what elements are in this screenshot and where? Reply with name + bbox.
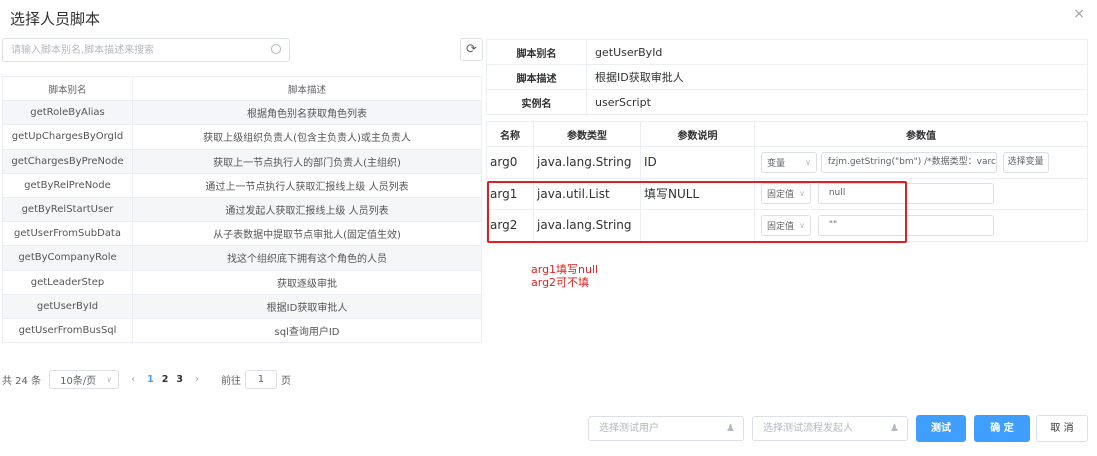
page-size-value: 10条/页 <box>60 375 97 387</box>
annotation-line: arg2可不填 <box>531 276 590 289</box>
info-key: 实例名 <box>486 89 587 115</box>
table-row[interactable]: getUpChargesByOrgId 获取上级组织负责人(包含主负责人)或主负责… <box>2 124 482 150</box>
info-key: 脚本描述 <box>486 64 587 90</box>
ok-button[interactable]: 确 定 <box>974 415 1030 442</box>
script-desc: 根据ID获取审批人 <box>132 293 482 319</box>
table-row[interactable]: getUserById 根据ID获取审批人 <box>2 293 482 319</box>
close-icon[interactable]: × <box>1073 6 1085 22</box>
script-alias: getUserFromBusSql <box>2 317 133 344</box>
annotation-highlight-box <box>487 181 907 243</box>
script-alias: getByRelStartUser <box>2 196 133 223</box>
col-header-type: 参数类型 <box>533 121 641 147</box>
param-value-input[interactable]: fzjm.getString("bm") /*数据类型：varcha <box>820 151 997 173</box>
script-desc: 获取上一节点执行人的部门负责人(主组织) <box>132 148 482 174</box>
col-header-value: 参数值 <box>754 121 1088 147</box>
table-header: 脚本别名 脚本描述 <box>2 75 482 102</box>
page-2[interactable]: 2 <box>162 374 169 385</box>
info-value: getUserById <box>586 39 1088 65</box>
info-row: 实例名 userScript <box>486 89 1088 115</box>
chevron-down-icon: ∨ <box>106 374 113 384</box>
table-row[interactable]: getLeaderStep 获取逐级审批 <box>2 269 482 295</box>
table-row[interactable]: getUserFromBusSql sql查询用户ID <box>2 317 482 344</box>
script-table: 脚本别名 脚本描述 getRoleByAlias 根据角色别名获取角色列表 get… <box>2 75 482 344</box>
page-size-select[interactable]: 10条/页 ∨ <box>49 369 120 389</box>
col-header-desc: 脚本描述 <box>132 75 482 102</box>
script-desc: 根据角色别名获取角色列表 <box>132 100 482 126</box>
refresh-icon[interactable]: ⟳ <box>460 38 483 61</box>
param-desc: ID <box>640 146 755 179</box>
param-header: 名称 参数类型 参数说明 参数值 <box>486 121 1088 147</box>
test-starter-select[interactable]: 选择测试流程发起人 ♟ <box>752 416 908 441</box>
script-desc: 通过上一节点执行人获取汇报线上级 人员列表 <box>132 172 482 198</box>
info-row: 脚本描述 根据ID获取审批人 <box>486 64 1088 90</box>
script-alias: getRoleByAlias <box>2 100 133 126</box>
dialog-title: 选择人员脚本 <box>10 10 101 28</box>
param-type: java.lang.String <box>533 146 641 179</box>
table-row[interactable]: getRoleByAlias 根据角色别名获取角色列表 <box>2 100 482 126</box>
param-row: arg0 java.lang.String ID 变量 ∨ fzjm.getStr… <box>486 146 1088 179</box>
script-alias: getChargesByPreNode <box>2 148 133 174</box>
script-alias: getByCompanyRole <box>2 245 133 271</box>
info-row: 脚本别名 getUserById <box>486 39 1088 65</box>
info-key: 脚本别名 <box>486 39 587 65</box>
script-desc: sql查询用户ID <box>132 317 482 344</box>
script-alias: getLeaderStep <box>2 269 133 295</box>
user-icon: ♟ <box>726 423 735 434</box>
script-info-table: 脚本别名 getUserById 脚本描述 根据ID获取审批人 实例名 userScr… <box>486 39 1088 115</box>
test-starter-placeholder: 选择测试流程发起人 <box>763 423 853 434</box>
select-variable-button[interactable]: 选择变量 <box>1002 151 1049 173</box>
value-mode-select[interactable]: 变量 ∨ <box>761 151 817 173</box>
prev-page-icon[interactable]: ‹ <box>131 374 135 385</box>
info-value: 根据ID获取审批人 <box>586 64 1088 90</box>
annotation-note: arg1填写null arg2可不填 <box>531 263 598 289</box>
table-row[interactable]: getByCompanyRole 找这个组织底下拥有这个角色的人员 <box>2 245 482 271</box>
col-header-desc: 参数说明 <box>640 121 755 147</box>
table-row[interactable]: getChargesByPreNode 获取上一节点执行人的部门负责人(主组织) <box>2 148 482 174</box>
param-name: arg0 <box>486 146 534 179</box>
search-box <box>2 38 290 62</box>
col-header-name: 名称 <box>486 121 534 147</box>
info-value: userScript <box>586 89 1088 115</box>
test-button[interactable]: 测试 <box>916 415 966 442</box>
table-row[interactable]: getByRelPreNode 通过上一节点执行人获取汇报线上级 人员列表 <box>2 172 482 198</box>
search-icon[interactable] <box>271 44 281 54</box>
page-jump-input[interactable]: 1 <box>244 369 277 389</box>
script-alias: getByRelPreNode <box>2 172 133 198</box>
param-value-cell: 变量 ∨ fzjm.getString("bm") /*数据类型：varcha 选… <box>754 146 1088 179</box>
page-unit: 页 <box>280 375 291 387</box>
script-alias: getUserById <box>2 293 133 319</box>
search-input[interactable] <box>3 39 289 61</box>
script-desc: 获取逐级审批 <box>132 269 482 295</box>
cancel-button[interactable]: 取 消 <box>1036 415 1088 442</box>
value-mode: 变量 <box>767 158 786 169</box>
script-desc: 获取上级组织负责人(包含主负责人)或主负责人 <box>132 124 482 150</box>
page-3[interactable]: 3 <box>176 374 183 385</box>
test-user-select[interactable]: 选择测试用户 ♟ <box>588 416 744 441</box>
goto-label: 前往 <box>220 375 241 387</box>
page-1[interactable]: 1 <box>147 374 154 385</box>
script-desc: 从子表数据中提取节点审批人(固定值生效) <box>132 221 482 247</box>
script-alias: getUserFromSubData <box>2 221 133 247</box>
table-row[interactable]: getUserFromSubData 从子表数据中提取节点审批人(固定值生效) <box>2 221 482 247</box>
test-user-placeholder: 选择测试用户 <box>599 423 659 434</box>
pagination: 共 24 条 10条/页 ∨ ‹ 1 2 3 › 前往 1 页 <box>2 369 291 389</box>
table-row[interactable]: getByRelStartUser 通过发起人获取汇报线上级 人员列表 <box>2 196 482 223</box>
script-alias: getUpChargesByOrgId <box>2 124 133 150</box>
annotation-line: arg1填写null <box>531 263 599 276</box>
col-header-alias: 脚本别名 <box>2 75 133 102</box>
script-desc: 找这个组织底下拥有这个角色的人员 <box>132 245 482 271</box>
chevron-down-icon: ∨ <box>805 157 811 167</box>
user-icon: ♟ <box>890 423 899 434</box>
next-page-icon[interactable]: › <box>195 374 199 385</box>
total-count: 共 24 条 <box>2 375 42 387</box>
script-desc: 通过发起人获取汇报线上级 人员列表 <box>132 196 482 223</box>
